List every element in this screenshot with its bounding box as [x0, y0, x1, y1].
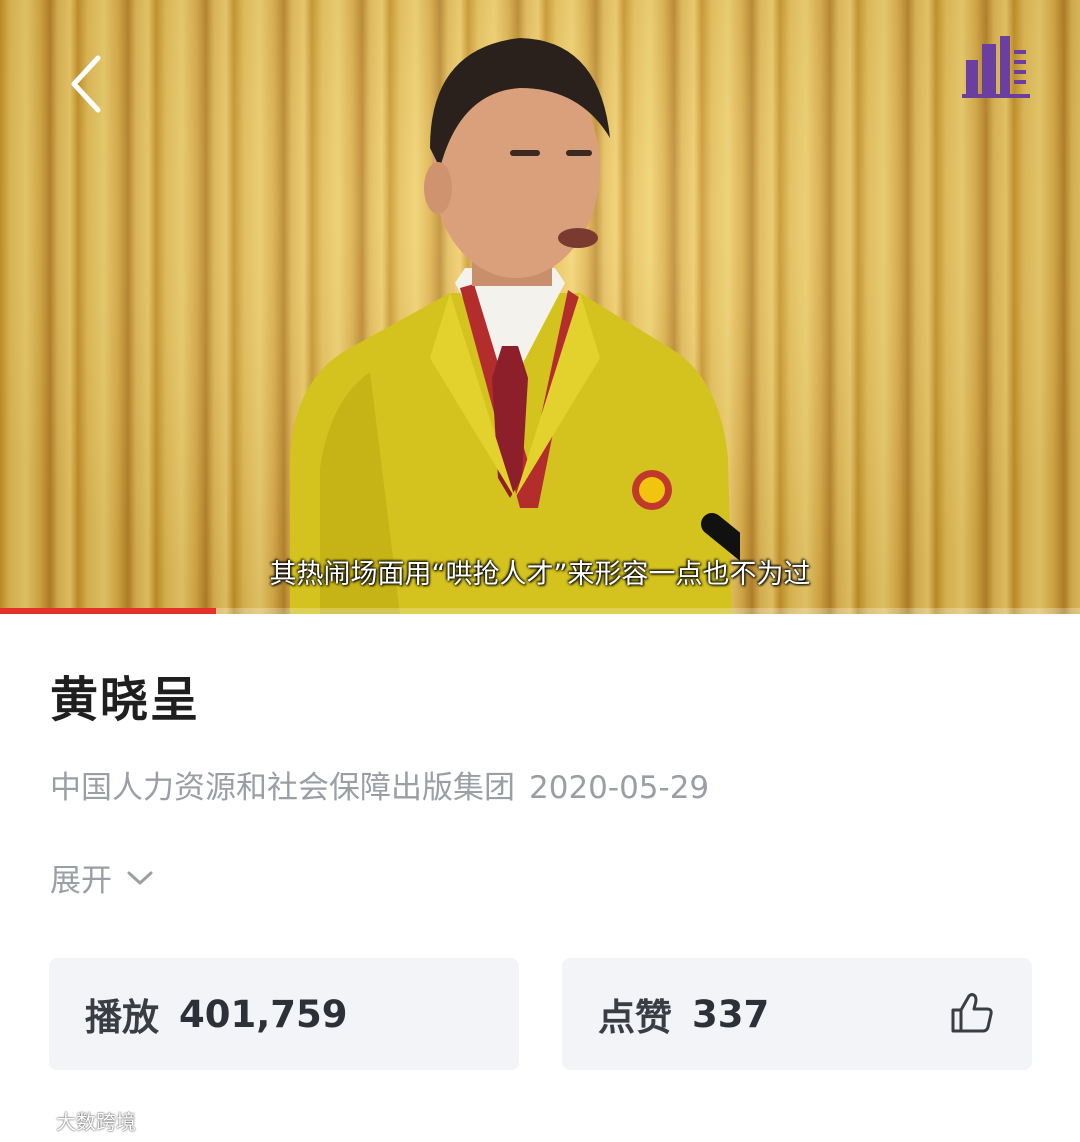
video-title: 黄晓呈	[50, 672, 201, 728]
chevron-down-icon	[127, 871, 153, 884]
like-button[interactable]: 点赞 337	[562, 958, 1032, 1070]
speaker-figure	[290, 38, 740, 614]
watermark-text: 大数跨境	[56, 1110, 136, 1134]
video-progress-bar[interactable]	[0, 608, 1080, 614]
building-logo-icon	[962, 36, 1030, 98]
likes-label: 点赞	[598, 995, 672, 1039]
thumbs-up-icon	[951, 993, 993, 1033]
likes-count: 337	[692, 992, 770, 1036]
expand-label: 展开	[50, 863, 112, 899]
watermark-logo-icon	[8, 1108, 48, 1133]
plays-stat-card: 播放 401,759	[49, 958, 519, 1070]
publish-date: 2020-05-29	[529, 770, 710, 806]
video-progress-fill	[0, 608, 216, 614]
watermark: 大数跨境	[6, 1106, 136, 1135]
publisher-name[interactable]: 中国人力资源和社会保障出版集团	[50, 770, 515, 806]
plays-count: 401,759	[179, 992, 348, 1036]
video-subtitle: 其热闹场面用“哄抢人才”来形容一点也不为过	[269, 559, 811, 590]
expand-button[interactable]: 展开	[50, 855, 154, 900]
back-button[interactable]	[58, 52, 114, 116]
video-meta: 中国人力资源和社会保障出版集团 2020-05-29	[50, 762, 709, 807]
chevron-left-icon	[71, 55, 101, 113]
plays-label: 播放	[85, 995, 159, 1039]
video-player[interactable]: 其热闹场面用“哄抢人才”来形容一点也不为过	[0, 0, 1080, 614]
